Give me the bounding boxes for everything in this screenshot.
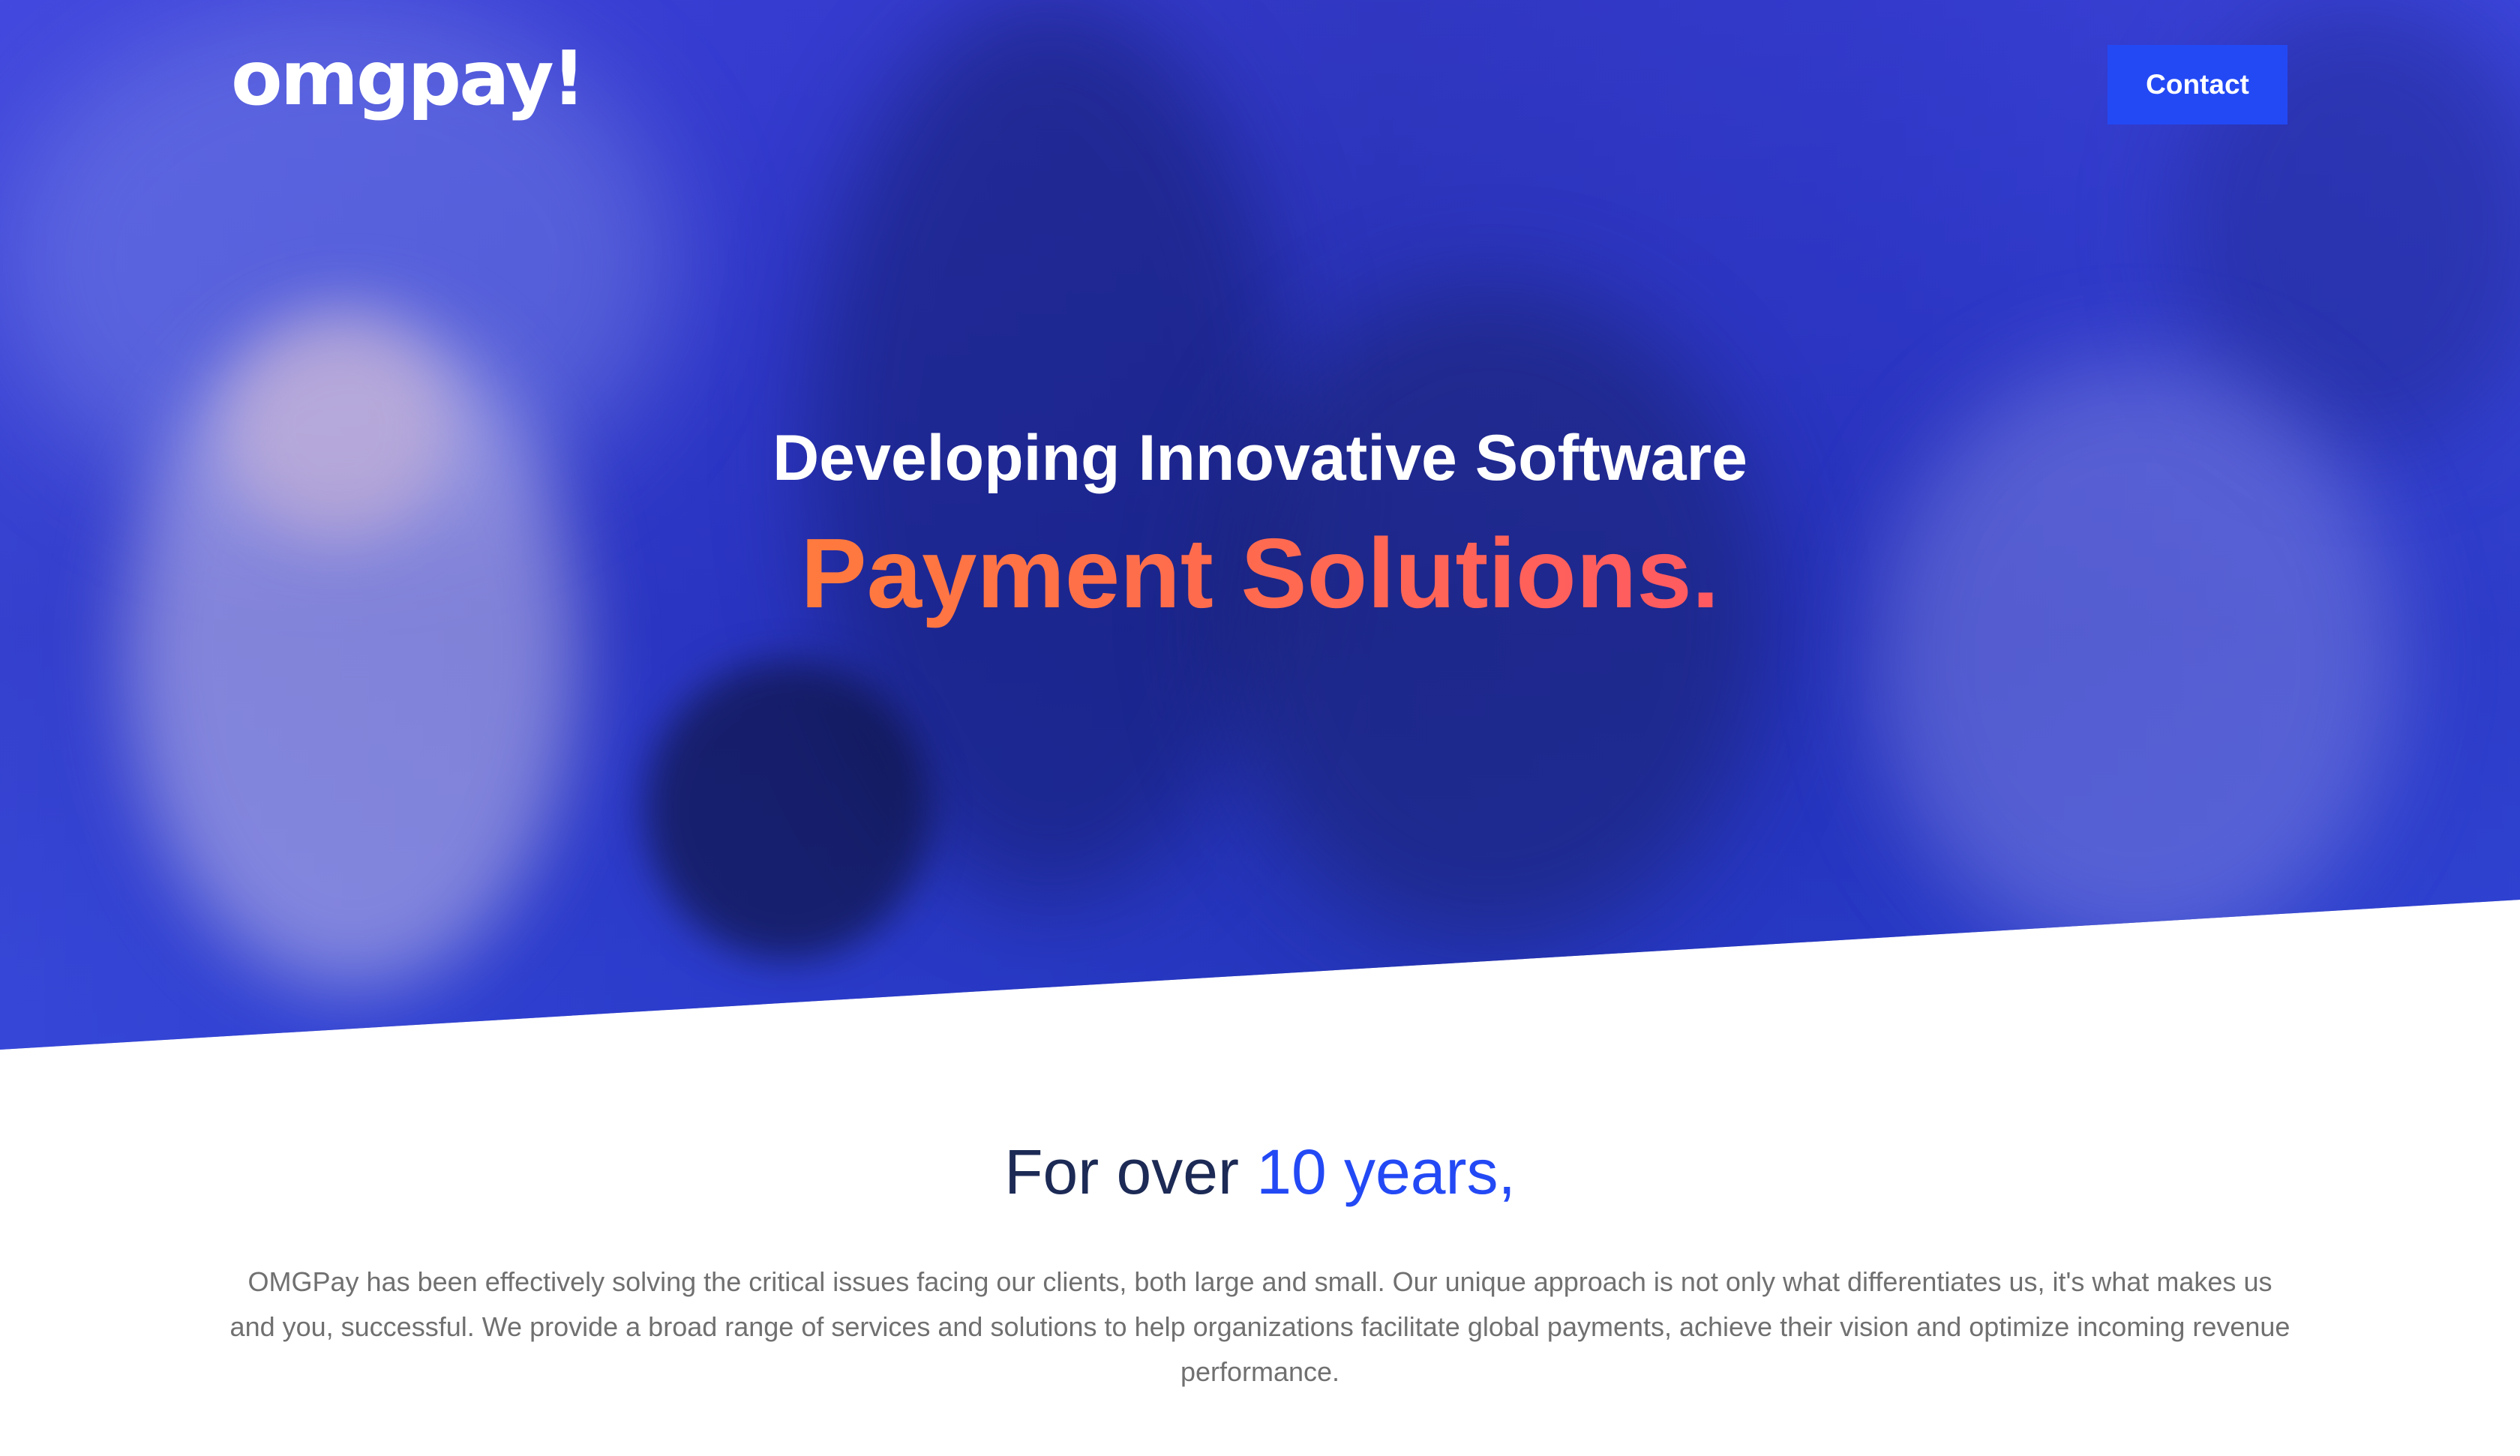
hero-title: Developing Innovative Software xyxy=(772,422,1748,494)
hero-subtitle: Payment Solutions. xyxy=(0,514,2520,633)
hero-subtitle-text: Payment Solutions. xyxy=(800,518,1720,628)
about-heading-prefix: For over xyxy=(1004,1137,1239,1207)
about-heading-accent: 10 years, xyxy=(1256,1137,1516,1207)
hero-photo-region xyxy=(645,660,930,960)
omgpay-logo[interactable]: omgpay! xyxy=(231,41,586,116)
contact-button[interactable]: Contact xyxy=(2108,45,2288,124)
about-heading: For over 10 years, xyxy=(0,1136,2520,1209)
about-body: OMGPay has been effectively solving the … xyxy=(230,1266,2290,1387)
hero-section: omgpay! Contact Developing Innovative So… xyxy=(0,0,2520,1050)
